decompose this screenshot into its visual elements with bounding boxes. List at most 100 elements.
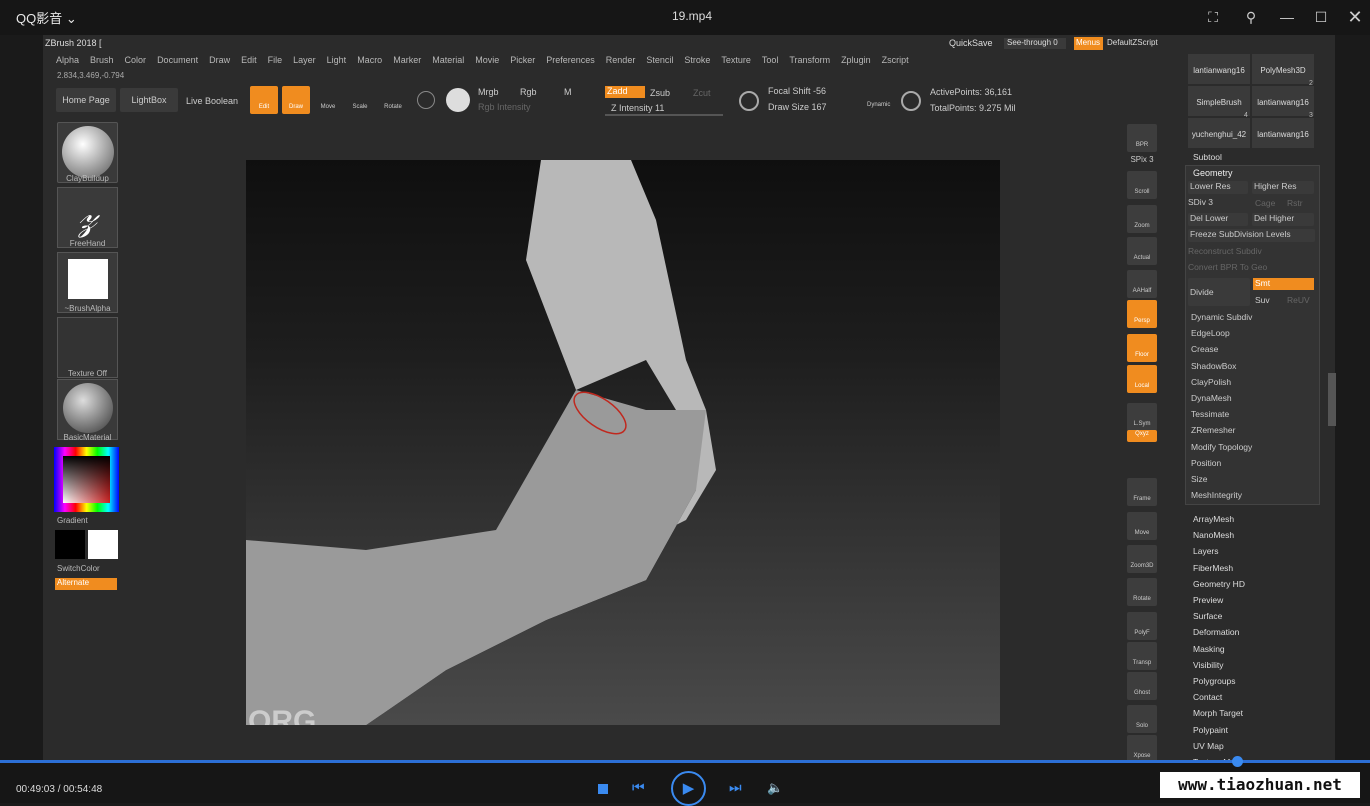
tool-menu-arraymesh[interactable]: ArrayMesh [1193, 514, 1234, 524]
subtool-thumb[interactable]: SimpleBrush [1188, 86, 1250, 116]
higher-res-button[interactable]: Higher Res [1252, 181, 1314, 194]
menu-movie[interactable]: Movie [475, 55, 499, 67]
tool-menu-morph-target[interactable]: Morph Target [1193, 708, 1243, 718]
del-higher-button[interactable]: Del Higher [1252, 213, 1314, 226]
playback-progress-bar[interactable] [0, 760, 1370, 763]
menu-preferences[interactable]: Preferences [546, 55, 595, 67]
progress-knob[interactable] [1232, 756, 1243, 767]
z-intensity-slider[interactable]: Z Intensity 11 [611, 103, 664, 113]
tool-ghost[interactable]: Ghost [1127, 672, 1157, 700]
tool-l-sym[interactable]: L.Sym [1127, 403, 1157, 431]
lower-res-button[interactable]: Lower Res [1188, 181, 1248, 194]
menu-stencil[interactable]: Stencil [646, 55, 673, 67]
menu-stroke[interactable]: Stroke [684, 55, 710, 67]
material-thumbnail[interactable] [57, 379, 118, 440]
tool-menu-uv-map[interactable]: UV Map [1193, 741, 1224, 751]
tool-xpose[interactable]: Xpose [1127, 735, 1157, 763]
close-icon[interactable]: ✕ [1344, 6, 1366, 28]
sdiv-slider[interactable]: SDiv 3 [1188, 197, 1213, 207]
geometry-item-meshintegrity[interactable]: MeshIntegrity [1191, 490, 1242, 500]
tool-solo[interactable]: Solo [1127, 705, 1157, 733]
scale-mode-button[interactable]: Scale [346, 86, 374, 114]
menu-macro[interactable]: Macro [357, 55, 382, 67]
see-through-slider[interactable]: See-through 0 [1004, 38, 1066, 49]
geometry-item-dynamic-subdiv[interactable]: Dynamic Subdiv [1191, 312, 1252, 322]
smt-toggle[interactable]: Smt [1253, 278, 1314, 290]
sphere-icon[interactable] [417, 91, 435, 109]
geometry-item-shadowbox[interactable]: ShadowBox [1191, 361, 1236, 371]
panel-scroll-handle[interactable] [1328, 373, 1336, 426]
tool-move[interactable]: Move [1127, 512, 1157, 540]
minimize-icon[interactable]: — [1276, 6, 1298, 28]
color-square[interactable] [63, 456, 110, 503]
menu-tool[interactable]: Tool [762, 55, 779, 67]
player-brand-menu[interactable]: QQ影音 ⌄ [16, 8, 77, 27]
tool-qxyz[interactable]: Qxyz [1127, 430, 1157, 442]
gradient-label[interactable]: Gradient [57, 516, 118, 525]
yin-yang-icon[interactable] [446, 88, 470, 112]
geometry-item-position[interactable]: Position [1191, 458, 1221, 468]
subtool-thumb[interactable]: yuchenghui_42 [1188, 118, 1250, 148]
tool-spix-3[interactable]: SPix 3 [1127, 155, 1157, 165]
dynamic-toggle[interactable]: Dynamic [867, 102, 890, 108]
tool-persp[interactable]: Persp [1127, 300, 1157, 328]
lightbox-button[interactable]: LightBox [120, 88, 178, 112]
freeze-subdiv-button[interactable]: Freeze SubDivision Levels [1188, 229, 1315, 242]
draw-mode-button[interactable]: Draw [282, 86, 310, 114]
pin-icon[interactable]: ⚲ [1240, 6, 1262, 28]
tool-scroll[interactable]: Scroll [1127, 171, 1157, 199]
tool-menu-visibility[interactable]: Visibility [1193, 660, 1224, 670]
tool-menu-layers[interactable]: Layers [1193, 546, 1219, 556]
tool-menu-surface[interactable]: Surface [1193, 611, 1222, 621]
tool-local[interactable]: Local [1127, 365, 1157, 393]
move-mode-button[interactable]: Move [314, 86, 342, 114]
subtool-thumb[interactable]: PolyMesh3D [1252, 54, 1314, 84]
geometry-header[interactable]: Geometry [1193, 168, 1233, 178]
menu-texture[interactable]: Texture [721, 55, 751, 67]
reconstruct-subdiv-button[interactable]: Reconstruct Subdiv [1188, 246, 1262, 256]
previous-icon[interactable]: ⏮ [632, 779, 645, 796]
geometry-item-edgeloop[interactable]: EdgeLoop [1191, 328, 1230, 338]
menu-zscript[interactable]: Zscript [882, 55, 909, 67]
z-intensity-track[interactable] [605, 114, 723, 116]
menu-draw[interactable]: Draw [209, 55, 230, 67]
fullscreen-icon[interactable]: ⛶ [1202, 6, 1224, 28]
play-icon[interactable]: ▶ [671, 771, 706, 806]
tool-menu-deformation[interactable]: Deformation [1193, 627, 1239, 637]
menus-toggle[interactable]: Menus [1074, 37, 1103, 50]
geometry-item-crease[interactable]: Crease [1191, 344, 1218, 354]
menu-marker[interactable]: Marker [393, 55, 421, 67]
menu-picker[interactable]: Picker [510, 55, 535, 67]
color-picker[interactable] [54, 447, 119, 512]
menu-alpha[interactable]: Alpha [56, 55, 79, 67]
menu-light[interactable]: Light [327, 55, 347, 67]
zcut-button[interactable]: Zcut [693, 88, 711, 98]
geometry-item-size[interactable]: Size [1191, 474, 1208, 484]
divide-button[interactable]: Divide [1188, 278, 1250, 306]
tool-frame[interactable]: Frame [1127, 478, 1157, 506]
focal-shift-slider[interactable]: Focal Shift -56 [768, 86, 826, 96]
geometry-item-claypolish[interactable]: ClayPolish [1191, 377, 1231, 387]
tool-aahalf[interactable]: AAHalf [1127, 270, 1157, 298]
tool-rotate[interactable]: Rotate [1127, 578, 1157, 606]
home-page-button[interactable]: Home Page [56, 88, 116, 112]
m-button[interactable]: M [564, 87, 572, 97]
subtool-header[interactable]: Subtool [1193, 152, 1222, 162]
mrgb-button[interactable]: Mrgb [478, 87, 499, 97]
subtool-thumb[interactable]: lantianwang16 [1252, 86, 1314, 116]
tool-menu-polygroups[interactable]: Polygroups [1193, 676, 1236, 686]
convert-bpr-button[interactable]: Convert BPR To Geo [1188, 262, 1267, 272]
menu-edit[interactable]: Edit [241, 55, 257, 67]
tool-menu-fibermesh[interactable]: FiberMesh [1193, 563, 1233, 573]
tool-menu-preview[interactable]: Preview [1193, 595, 1223, 605]
menu-color[interactable]: Color [125, 55, 147, 67]
menu-file[interactable]: File [268, 55, 283, 67]
menu-zplugin[interactable]: Zplugin [841, 55, 871, 67]
cage-button[interactable]: Cage [1255, 198, 1275, 208]
maximize-icon[interactable]: ☐ [1310, 6, 1332, 28]
tool-zoom[interactable]: Zoom [1127, 205, 1157, 233]
geometry-item-modify-topology[interactable]: Modify Topology [1191, 442, 1252, 452]
rgb-button[interactable]: Rgb [520, 87, 537, 97]
tool-transp[interactable]: Transp [1127, 642, 1157, 670]
tool-menu-nanomesh[interactable]: NanoMesh [1193, 530, 1234, 540]
